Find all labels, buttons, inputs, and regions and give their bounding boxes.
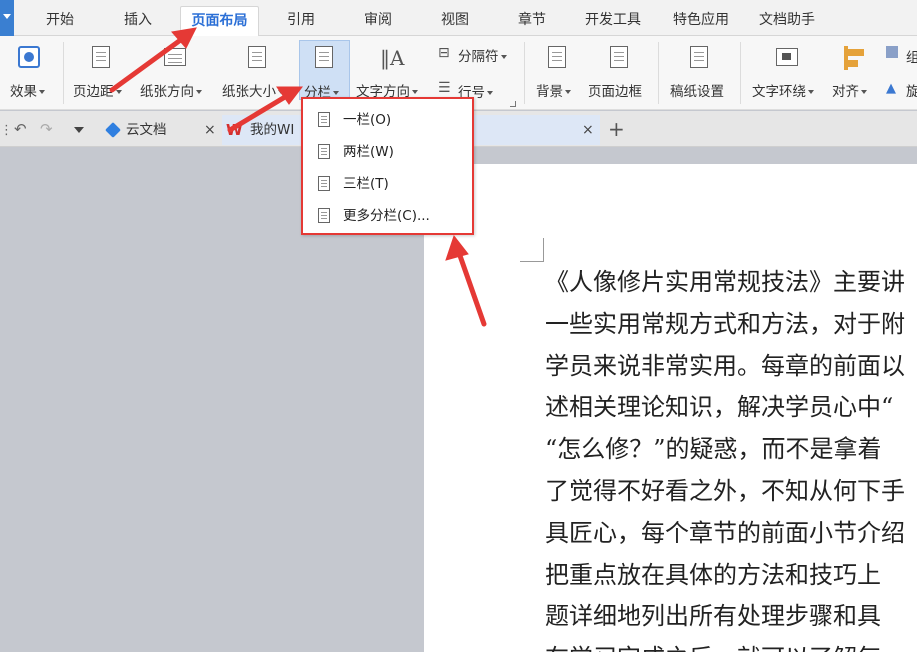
tab-document-assistant[interactable]: 文档助手 <box>750 6 824 36</box>
paper-size-icon <box>248 46 266 68</box>
menu-item-two-columns[interactable]: 两栏(W) <box>311 137 466 167</box>
paper-size-button[interactable]: 纸张大小 <box>220 44 296 104</box>
tab-developer-tools[interactable]: 开发工具 <box>576 6 650 36</box>
wrap-text-label: 文字环绕 <box>752 84 806 100</box>
text-line: 了觉得不好看之外，不知从何下手 <box>545 476 905 505</box>
page-icon <box>318 144 330 159</box>
align-label: 对齐 <box>832 84 859 100</box>
background-label: 背景 <box>536 84 563 100</box>
quick-access-icon[interactable]: ⋮ <box>0 123 13 138</box>
margins-button[interactable]: 页边距 <box>70 44 132 104</box>
cloud-docs-icon <box>105 122 121 138</box>
align-button[interactable]: 对齐 <box>830 44 878 104</box>
margins-icon <box>92 46 110 68</box>
menu-item-label: 一栏(O) <box>343 112 392 128</box>
text-direction-icon: ‖A <box>380 46 405 70</box>
menu-item-label: 更多分栏(C)... <box>343 208 430 224</box>
menu-tab-bar: 开始 插入 页面布局 引用 审阅 视图 章节 开发工具 特色应用 文档助手 <box>0 0 917 36</box>
menu-item-one-column[interactable]: 一栏(O) <box>311 105 466 135</box>
ribbon-separator <box>740 42 741 104</box>
page-border-icon <box>610 46 628 68</box>
orientation-button[interactable]: 纸张方向 <box>138 44 214 104</box>
background-icon <box>548 46 566 68</box>
doc-tab-label: 我的WI <box>250 122 295 138</box>
page-icon <box>318 176 330 191</box>
document-body-text[interactable]: 《人像修片实用常规技法》主要讲 一些实用常规方式和方法，对于附 学员来说非常实用… <box>545 262 917 652</box>
group-button[interactable]: 组 <box>884 44 917 66</box>
effects-icon <box>18 46 40 68</box>
page-border-button[interactable]: 页面边框 <box>586 44 652 104</box>
text-line: 学员来说非常实用。每章的前面以 <box>545 351 905 380</box>
tab-special-apps[interactable]: 特色应用 <box>664 6 738 36</box>
tab-chapter[interactable]: 章节 <box>508 6 556 36</box>
text-line: 《人像修片实用常规技法》主要讲 <box>545 268 905 296</box>
close-icon[interactable]: × <box>582 115 594 145</box>
wrap-text-button[interactable]: 文字环绕 <box>748 44 824 104</box>
text-line: 具匠心，每个章节的前面小节介绍 <box>545 518 905 547</box>
ribbon-separator <box>658 42 659 104</box>
margins-label: 页边距 <box>73 84 114 100</box>
tab-references[interactable]: 引用 <box>276 6 326 36</box>
background-button[interactable]: 背景 <box>532 44 582 104</box>
doc-tab-cloud[interactable]: 云文档 × <box>98 115 222 145</box>
orientation-label: 纸张方向 <box>140 84 194 100</box>
rotate-label: 旋 <box>906 84 917 100</box>
columns-icon <box>315 46 333 68</box>
orientation-icon <box>164 48 186 66</box>
app-menu-button[interactable] <box>0 0 14 36</box>
tab-insert[interactable]: 插入 <box>112 6 164 36</box>
columns-button[interactable]: 分栏 <box>299 40 350 101</box>
menu-item-label: 两栏(W) <box>343 144 394 160</box>
rotate-button[interactable]: ▲ 旋 <box>884 78 917 100</box>
group-label: 组 <box>906 50 917 66</box>
manuscript-label: 稿纸设置 <box>670 84 724 100</box>
effects-label: 效果 <box>10 84 37 100</box>
menu-item-three-columns[interactable]: 三栏(T) <box>311 169 466 199</box>
page-icon <box>318 112 330 127</box>
chevron-down-icon[interactable] <box>74 127 84 133</box>
close-icon[interactable]: × <box>204 115 216 145</box>
margin-corner-mark <box>520 238 544 262</box>
ribbon-separator <box>63 42 64 104</box>
group-icon <box>886 46 898 58</box>
columns-dropdown-menu: 一栏(O) 两栏(W) 三栏(T) 更多分栏(C)... <box>301 97 474 235</box>
text-line: 一些实用常规方式和方法，对于附 <box>545 309 905 338</box>
separator-button[interactable]: ⊟ 分隔符 <box>436 44 518 66</box>
page-icon <box>318 208 330 223</box>
text-line: 述相关理论知识，解决学员心中“ <box>545 393 894 422</box>
redo-icon[interactable]: ↷ <box>40 120 53 138</box>
tab-page-layout[interactable]: 页面布局 <box>180 6 259 36</box>
text-line: “怎么修？”的疑惑，而不是拿着 <box>545 435 882 464</box>
rotate-icon: ▲ <box>886 81 896 96</box>
separator-label: 分隔符 <box>458 49 499 65</box>
ribbon-separator <box>524 42 525 104</box>
text-direction-button[interactable]: ‖A 文字方向 <box>354 44 430 104</box>
menu-item-label: 三栏(T) <box>343 176 389 192</box>
wps-logo-icon: W <box>226 121 243 139</box>
tab-view[interactable]: 视图 <box>430 6 480 36</box>
manuscript-icon <box>690 46 708 68</box>
page-border-label: 页面边框 <box>588 84 642 100</box>
text-line: 在学习完成之后，就可以了解每 <box>545 638 917 652</box>
separator-icon: ⊟ <box>438 45 450 61</box>
tab-home[interactable]: 开始 <box>36 6 84 36</box>
undo-icon[interactable]: ↶ <box>14 120 27 138</box>
menu-item-more-columns[interactable]: 更多分栏(C)... <box>311 201 466 231</box>
align-icon <box>844 46 864 70</box>
text-line: 题详细地列出所有处理步骤和具 <box>545 602 881 631</box>
tab-review[interactable]: 审阅 <box>354 6 402 36</box>
new-tab-icon[interactable]: + <box>608 119 625 139</box>
paper-size-label: 纸张大小 <box>222 84 276 100</box>
doc-tab-label: 云文档 <box>126 122 167 138</box>
text-line: 把重点放在具体的方法和技巧上 <box>545 560 881 589</box>
manuscript-settings-button[interactable]: 稿纸设置 <box>666 44 732 104</box>
page-setup-launcher-icon[interactable] <box>510 101 516 107</box>
effects-button[interactable]: 效果 <box>0 44 58 104</box>
chevron-down-icon <box>3 14 11 19</box>
wrap-text-icon <box>776 48 798 66</box>
line-numbers-icon: ☰ <box>438 80 451 96</box>
